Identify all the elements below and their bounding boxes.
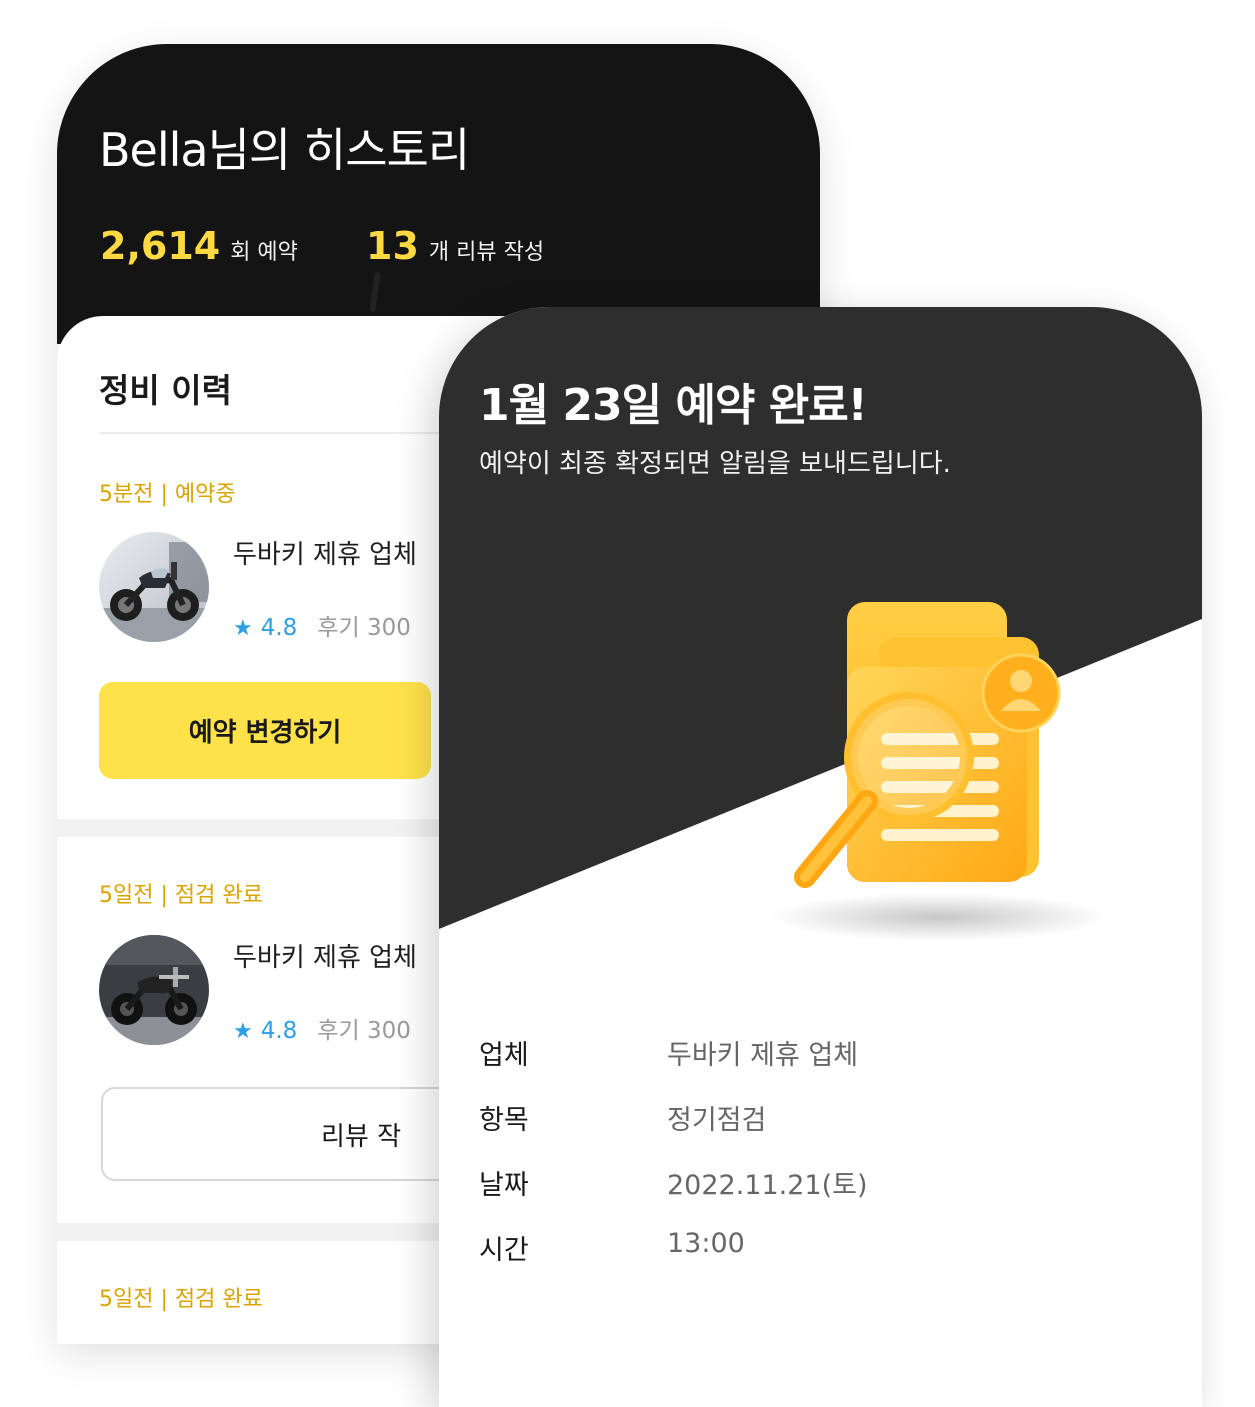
review-count: 13 [366,224,419,268]
star-icon: ★ [233,1019,253,1044]
detail-value: 두바키 제휴 업체 [667,1040,859,1071]
review-count-text: 후기 300 [317,1018,411,1044]
status-label: 5일전 | 점검 완료 [99,1287,263,1312]
confirmation-subtitle: 예약이 최종 확정되면 알림을 보내드립니다. [479,449,951,479]
detail-label: 날짜 [479,1170,529,1201]
document-search-icon [769,602,1109,941]
detail-value: 13:00 [667,1228,745,1259]
reservation-count: 2,614 [100,224,221,268]
rating-row: ★ 4.8 후기 300 [233,608,411,642]
rating-value: 4.8 [260,1018,298,1044]
motorcycle-thumbnail[interactable] [99,532,209,642]
reservation-count-label: 회 예약 [230,240,298,265]
review-count-stat: 13 개 리뷰 작성 [366,224,544,268]
text-cursor-mark [369,271,381,313]
rating-value: 4.8 [260,615,298,641]
history-header: Bella님의 히스토리 2,614 회 예약 13 개 리뷰 작성 [57,44,820,344]
section-title: 정비 이력 [99,371,232,410]
page-title: Bella님의 히스토리 [99,123,470,177]
detail-value: 2022.11.21(토) [667,1170,868,1201]
detail-label: 항목 [479,1105,529,1136]
reservation-count-stat: 2,614 회 예약 [100,224,298,268]
star-icon: ★ [233,616,253,641]
detail-row-item: 항목 정기점검 [479,1098,766,1137]
detail-value: 정기점검 [667,1105,767,1136]
detail-label: 시간 [479,1235,529,1266]
status-label: 5분전 | 예약중 [99,482,236,507]
detail-row-time: 시간 13:00 [479,1228,745,1267]
motorcycle-thumbnail[interactable] [99,935,209,1045]
vendor-name: 두바키 제휴 업체 [233,943,417,973]
confirmation-title: 1월 23일 예약 완료! [479,380,868,431]
detail-label: 업체 [479,1040,529,1071]
detail-row-vendor: 업체 두바키 제휴 업체 [479,1033,858,1072]
change-reservation-button[interactable]: 예약 변경하기 [99,682,431,779]
reservation-confirmation-screen: 1월 23일 예약 완료! 예약이 최종 확정되면 알림을 보내드립니다. 업체… [439,307,1202,1407]
rating-row: ★ 4.8 후기 300 [233,1011,411,1045]
vendor-name: 두바키 제휴 업체 [233,540,417,570]
review-count-label: 개 리뷰 작성 [428,240,545,265]
review-count-text: 후기 300 [317,615,411,641]
detail-row-date: 날짜 2022.11.21(토) [479,1163,868,1202]
status-label: 5일전 | 점검 완료 [99,883,263,908]
